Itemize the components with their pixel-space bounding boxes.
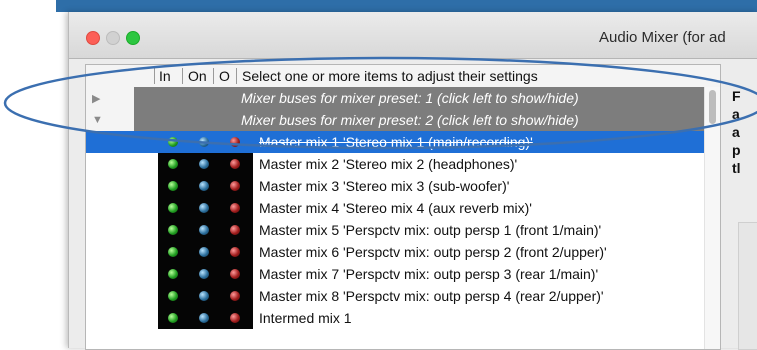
mixer-items-list[interactable]: In On O Select one or more items to adju… xyxy=(85,64,721,350)
list-item-label: Master mix 3 'Stereo mix 3 (sub-woofer)' xyxy=(259,178,510,194)
output-led-icon[interactable] xyxy=(230,137,240,147)
list-item[interactable]: Master mix 5 'Perspctv mix: outp persp 1… xyxy=(86,219,704,241)
output-led-icon[interactable] xyxy=(230,225,240,235)
list-item[interactable]: Master mix 7 'Perspctv mix: outp persp 3… xyxy=(86,263,704,285)
group-label: Mixer buses for mixer preset: 1 (click l… xyxy=(241,90,579,106)
output-led-icon[interactable] xyxy=(230,313,240,323)
output-led-icon[interactable] xyxy=(230,203,240,213)
list-item-label: Master mix 6 'Perspctv mix: outp persp 2… xyxy=(259,244,607,260)
column-header-on[interactable]: On xyxy=(188,68,207,84)
list-item[interactable]: Master mix 1 'Stereo mix 1 (main/recordi… xyxy=(86,131,704,153)
column-separator xyxy=(213,68,214,84)
close-window-button[interactable] xyxy=(86,31,100,45)
desktop-background xyxy=(56,0,757,12)
list-item[interactable]: Master mix 4 'Stereo mix 4 (aux reverb m… xyxy=(86,197,704,219)
list-item-label: Master mix 4 'Stereo mix 4 (aux reverb m… xyxy=(259,200,532,216)
output-led-icon[interactable] xyxy=(230,181,240,191)
group-row-preset-2[interactable]: ▼ Mixer buses for mixer preset: 2 (click… xyxy=(86,109,704,131)
on-led-icon[interactable] xyxy=(199,313,209,323)
list-item-label: Master mix 8 'Perspctv mix: outp persp 4… xyxy=(259,288,604,304)
side-panel-text: tl xyxy=(732,160,741,176)
output-led-icon[interactable] xyxy=(230,291,240,301)
column-separator xyxy=(236,68,237,84)
list-item-label: Master mix 1 'Stereo mix 1 (main/recordi… xyxy=(259,134,533,150)
on-led-icon[interactable] xyxy=(199,291,209,301)
list-item[interactable]: Master mix 6 'Perspctv mix: outp persp 2… xyxy=(86,241,704,263)
input-led-icon[interactable] xyxy=(168,159,178,169)
column-header-in[interactable]: In xyxy=(159,68,171,84)
zoom-window-button[interactable] xyxy=(126,31,140,45)
side-panel-text: a xyxy=(732,106,740,122)
column-header-hint: Select one or more items to adjust their… xyxy=(242,68,538,84)
on-led-icon[interactable] xyxy=(199,269,209,279)
input-led-icon[interactable] xyxy=(168,291,178,301)
list-item[interactable]: Master mix 2 'Stereo mix 2 (headphones)' xyxy=(86,153,704,175)
vertical-scrollbar[interactable] xyxy=(704,87,720,349)
list-header: In On O Select one or more items to adju… xyxy=(86,65,720,88)
column-header-o[interactable]: O xyxy=(219,68,230,84)
input-led-icon[interactable] xyxy=(168,313,178,323)
list-item[interactable]: Master mix 3 'Stereo mix 3 (sub-woofer)' xyxy=(86,175,704,197)
input-led-icon[interactable] xyxy=(168,247,178,257)
side-panel-text: p xyxy=(732,142,741,158)
audio-mixer-window: Audio Mixer (for ad In On O Select one o… xyxy=(68,12,757,350)
disclosure-triangle-down-icon[interactable]: ▼ xyxy=(92,114,103,126)
disclosure-triangle-right-icon[interactable]: ▶ xyxy=(92,92,100,105)
side-panel-text: a xyxy=(732,124,740,140)
list-item-label: Master mix 5 'Perspctv mix: outp persp 1… xyxy=(259,222,602,238)
group-label: Mixer buses for mixer preset: 2 (click l… xyxy=(241,112,579,128)
title-bar[interactable]: Audio Mixer (for ad xyxy=(69,12,757,59)
group-toggle-area[interactable]: ▼ xyxy=(86,109,134,131)
on-led-icon[interactable] xyxy=(199,203,209,213)
column-separator xyxy=(182,68,183,84)
column-separator xyxy=(154,68,155,84)
scrollbar-thumb[interactable] xyxy=(709,90,716,124)
on-led-icon[interactable] xyxy=(199,225,209,235)
input-led-icon[interactable] xyxy=(168,225,178,235)
settings-group-box xyxy=(738,222,757,350)
side-panel-text: F xyxy=(732,88,741,104)
list-item-label: Intermed mix 1 xyxy=(259,310,352,326)
group-row-preset-1[interactable]: ▶ Mixer buses for mixer preset: 1 (click… xyxy=(86,87,704,109)
list-item[interactable]: Master mix 8 'Perspctv mix: outp persp 4… xyxy=(86,285,704,307)
minimize-window-button[interactable] xyxy=(106,31,120,45)
on-led-icon[interactable] xyxy=(199,159,209,169)
settings-side-panel: F a a p tl xyxy=(726,72,757,350)
input-led-icon[interactable] xyxy=(168,269,178,279)
list-item-label: Master mix 2 'Stereo mix 2 (headphones)' xyxy=(259,156,518,172)
group-toggle-area[interactable]: ▶ xyxy=(86,87,134,109)
list-item-label: Master mix 7 'Perspctv mix: outp persp 3… xyxy=(259,266,599,282)
input-led-icon[interactable] xyxy=(168,137,178,147)
output-led-icon[interactable] xyxy=(230,269,240,279)
input-led-icon[interactable] xyxy=(168,203,178,213)
output-led-icon[interactable] xyxy=(230,159,240,169)
output-led-icon[interactable] xyxy=(230,247,240,257)
input-led-icon[interactable] xyxy=(168,181,178,191)
on-led-icon[interactable] xyxy=(199,247,209,257)
on-led-icon[interactable] xyxy=(199,137,209,147)
list-item[interactable]: Intermed mix 1 xyxy=(86,307,704,329)
window-title: Audio Mixer (for ad xyxy=(599,29,726,46)
on-led-icon[interactable] xyxy=(199,181,209,191)
